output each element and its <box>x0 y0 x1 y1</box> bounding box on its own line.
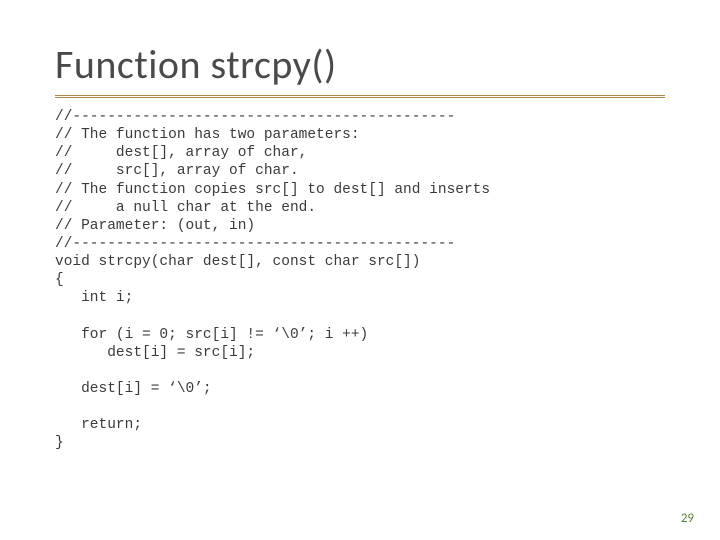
title-underline <box>55 95 665 98</box>
slide: Function strcpy() //--------------------… <box>0 0 720 540</box>
slide-title: Function strcpy() <box>55 40 665 89</box>
page-number: 29 <box>681 511 694 526</box>
code-block: //--------------------------------------… <box>55 108 665 452</box>
